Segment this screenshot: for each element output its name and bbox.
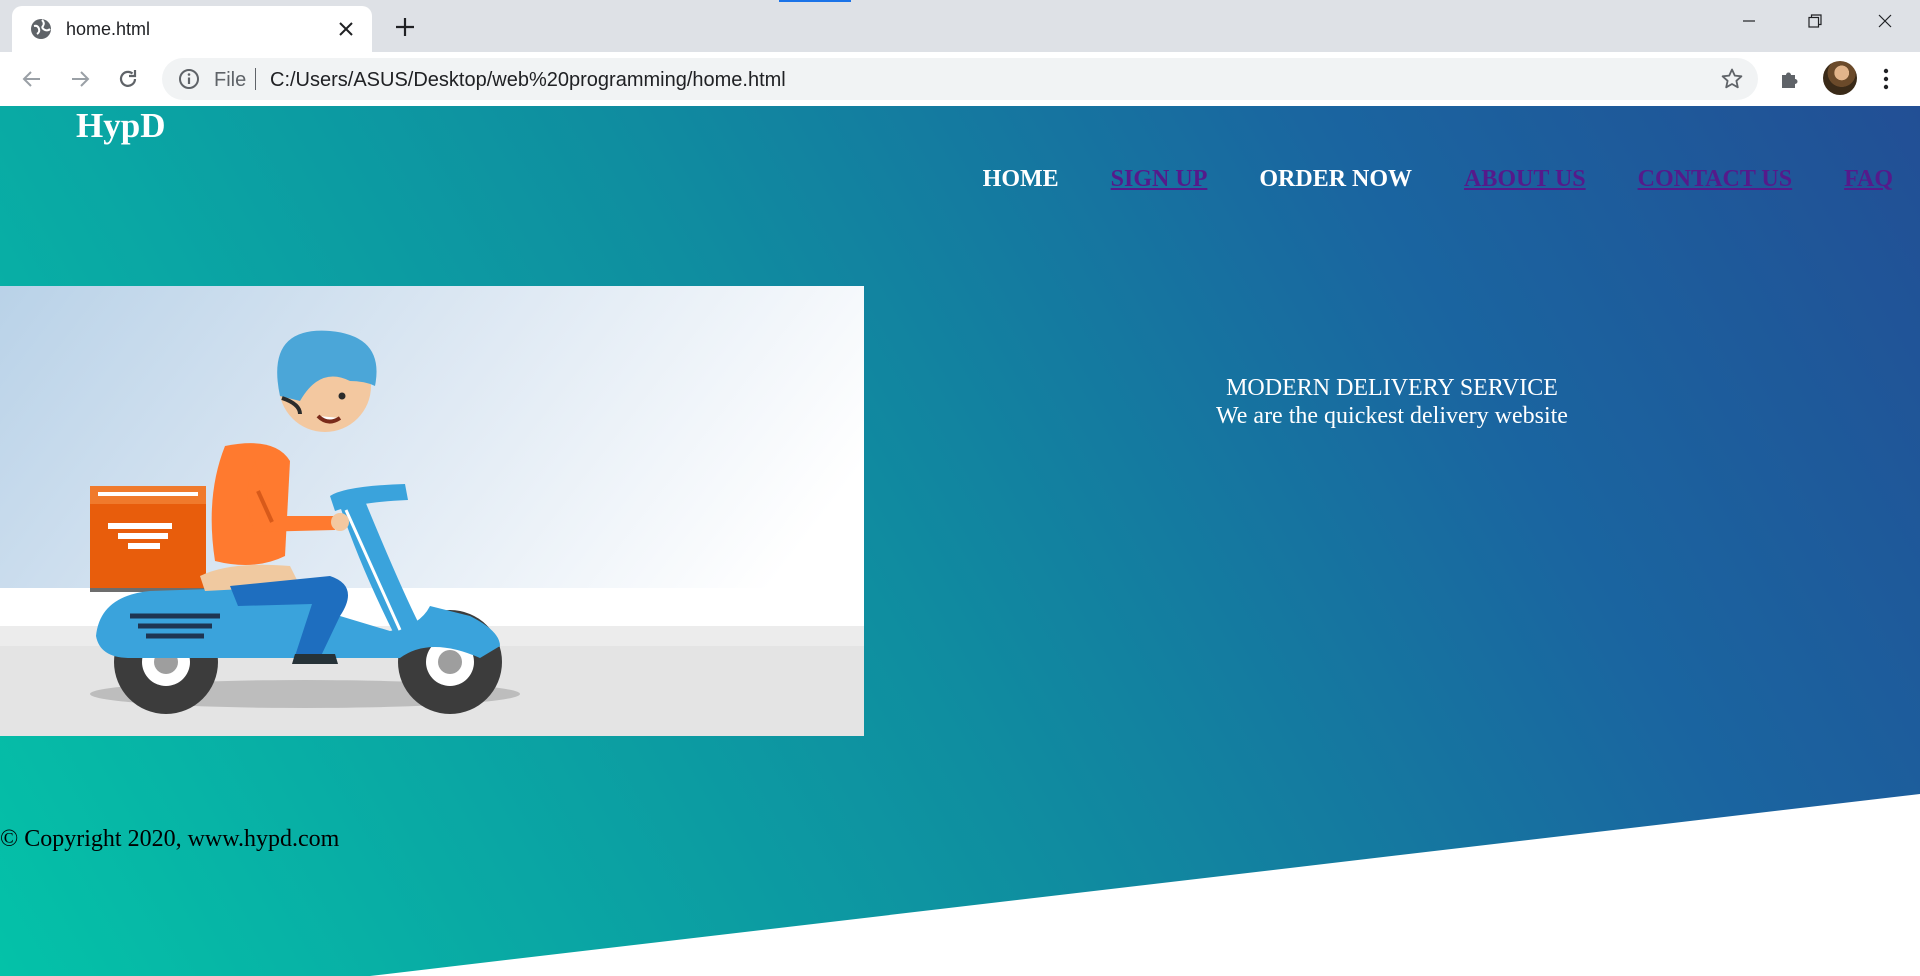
hero-tagline: We are the quickest delivery website (1216, 403, 1568, 429)
restore-button[interactable] (1782, 0, 1848, 42)
delivery-scooter-illustration (0, 286, 864, 736)
minimize-icon (1743, 20, 1755, 22)
nav-faq[interactable]: FAQ (1844, 166, 1893, 193)
puzzle-icon (1782, 72, 1798, 88)
menu-button[interactable] (1870, 63, 1902, 95)
footer-copyright: © Copyright 2020, www.hypd.com (0, 826, 340, 852)
arrow-left-icon (22, 71, 40, 87)
scheme-label: File (214, 69, 247, 91)
close-icon (1878, 14, 1892, 28)
hero-headline: MODERN DELIVERY SERVICE (1226, 375, 1558, 401)
restore-icon (1808, 14, 1822, 28)
profile-avatar[interactable] (1823, 61, 1857, 95)
forward-button[interactable] (64, 63, 96, 95)
nav-sign-up[interactable]: SIGN UP (1111, 166, 1208, 193)
info-icon[interactable] (178, 68, 200, 90)
nav-home[interactable]: HOME (983, 166, 1059, 193)
reload-icon (119, 70, 137, 87)
tab-loading-indicator (779, 0, 851, 2)
arrow-right-icon (72, 71, 90, 87)
new-tab-button[interactable] (390, 12, 420, 42)
extensions-button[interactable] (1774, 63, 1806, 95)
nav-order-now[interactable]: ORDER NOW (1259, 166, 1412, 193)
hero-text: MODERN DELIVERY SERVICE We are the quick… (1100, 374, 1684, 430)
close-window-button[interactable] (1852, 0, 1918, 42)
kebab-menu-icon (1883, 68, 1889, 90)
address-bar[interactable]: File C:/Users/ASUS/Desktop/web%20program… (162, 58, 1758, 100)
browser-toolbar: File C:/Users/ASUS/Desktop/web%20program… (0, 52, 1920, 106)
globe-icon (31, 19, 51, 39)
nav-about-us[interactable]: ABOUT US (1464, 166, 1586, 193)
back-button[interactable] (16, 63, 48, 95)
url-text[interactable]: C:/Users/ASUS/Desktop/web%20programming/… (270, 69, 786, 92)
browser-tab[interactable]: home.html (12, 6, 372, 52)
star-icon[interactable] (1720, 67, 1744, 91)
site-logo[interactable]: HypD (76, 106, 165, 146)
minimize-button[interactable] (1716, 0, 1782, 42)
nav-contact-us[interactable]: CONTACT US (1638, 166, 1792, 193)
omnibox-divider (255, 68, 256, 90)
reload-button[interactable] (112, 63, 144, 95)
page-body: HypD HOME SIGN UP ORDER NOW ABOUT US CON… (0, 106, 1920, 976)
browser-tabstrip: home.html (0, 0, 1920, 52)
plus-icon (396, 18, 414, 36)
main-nav: HOME SIGN UP ORDER NOW ABOUT US CONTACT … (931, 166, 1893, 193)
tab-close-icon[interactable] (334, 17, 358, 41)
tab-title: home.html (66, 19, 151, 39)
